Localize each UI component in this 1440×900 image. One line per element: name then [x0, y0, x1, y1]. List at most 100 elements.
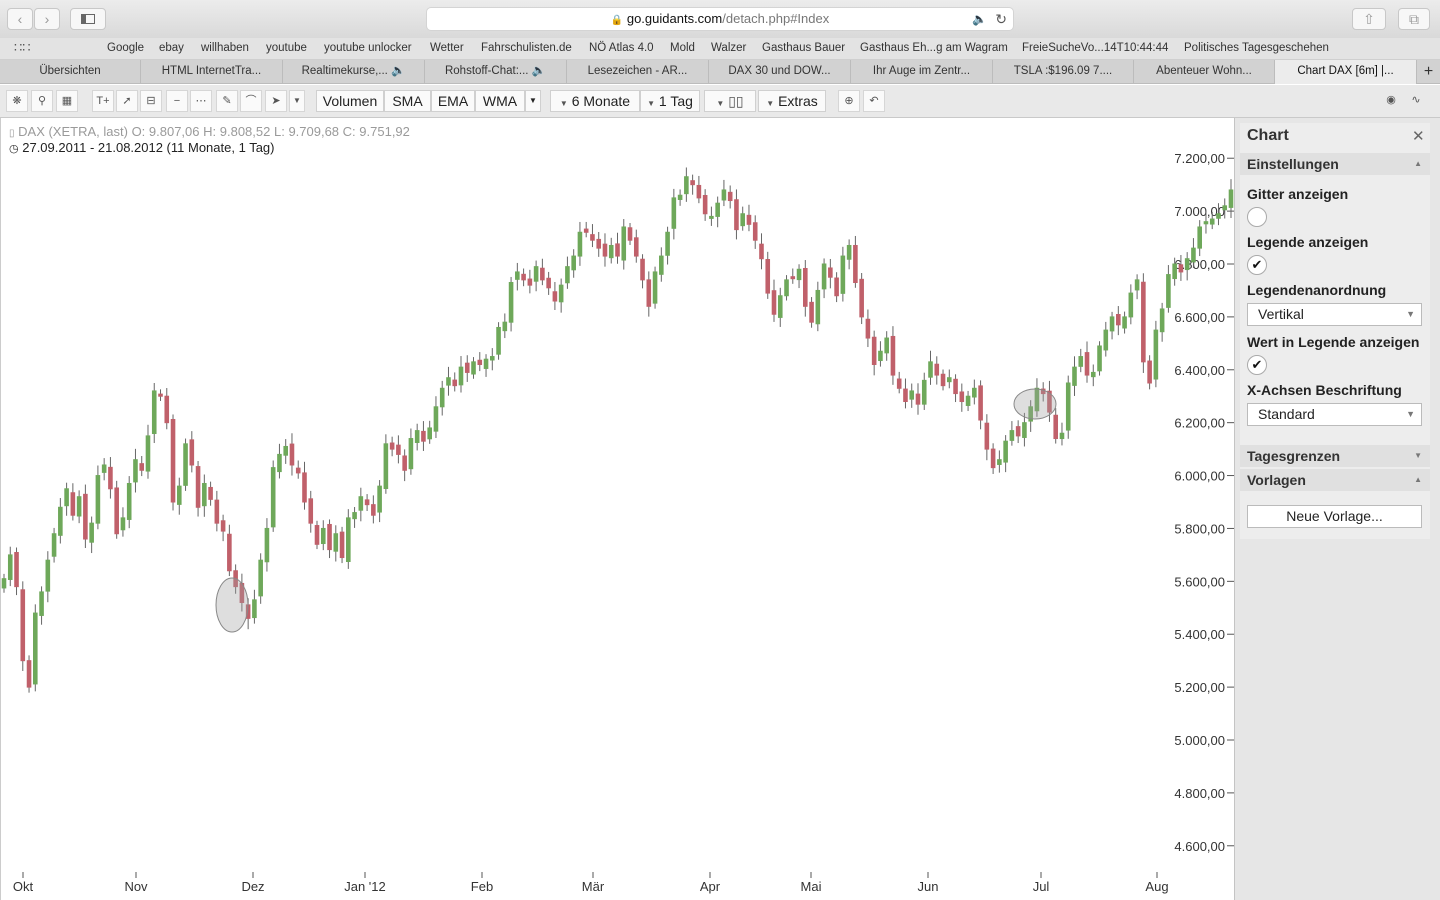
bookmark[interactable]: willhaben: [201, 42, 249, 54]
bookmark[interactable]: Wetter: [430, 42, 464, 54]
forward-button[interactable]: ›: [34, 8, 60, 30]
annotation-ellipse[interactable]: [1014, 389, 1056, 419]
candle[interactable]: [516, 263, 520, 291]
value-in-legend-checkbox[interactable]: ✔: [1247, 355, 1267, 375]
tools-dropdown-icon[interactable]: ▼: [289, 90, 305, 112]
tab[interactable]: DAX 30 und DOW...: [709, 60, 851, 84]
candle[interactable]: [879, 341, 883, 366]
candle[interactable]: [960, 384, 964, 412]
back-button[interactable]: ‹: [7, 8, 33, 30]
bookmark[interactable]: Walzer: [711, 42, 746, 54]
candle[interactable]: [171, 414, 175, 510]
settings-icon[interactable]: ❋: [6, 90, 28, 112]
apps-grid-icon[interactable]: ∷∷: [14, 40, 31, 56]
candle[interactable]: [102, 458, 106, 480]
grid-checkbox[interactable]: [1247, 207, 1267, 227]
candle[interactable]: [328, 519, 332, 558]
line-tool-icon[interactable]: ➚: [116, 90, 138, 112]
candle[interactable]: [152, 383, 156, 443]
candle[interactable]: [922, 373, 926, 410]
candle[interactable]: [146, 425, 150, 479]
candle[interactable]: [885, 331, 889, 361]
candle[interactable]: [1054, 408, 1058, 443]
ema-button[interactable]: EMA: [431, 90, 475, 112]
candle[interactable]: [534, 261, 538, 292]
candle[interactable]: [453, 372, 457, 391]
search-icon[interactable]: ⚲: [31, 90, 53, 112]
candle[interactable]: [929, 351, 933, 385]
legend-order-select[interactable]: Vertikal▼: [1247, 303, 1422, 326]
candle[interactable]: [265, 518, 269, 571]
candle[interactable]: [271, 460, 275, 531]
period-select[interactable]: ▼ 6 Monate: [550, 90, 640, 112]
candle[interactable]: [1129, 284, 1133, 324]
candle[interactable]: [1010, 421, 1014, 446]
tab[interactable]: Realtimekurse,... 🔈: [283, 60, 425, 84]
candle[interactable]: [616, 233, 620, 264]
candle[interactable]: [503, 313, 507, 338]
candle[interactable]: [954, 374, 958, 402]
speaker-icon[interactable]: 🔈: [972, 8, 987, 30]
candle[interactable]: [1073, 356, 1077, 396]
candle[interactable]: [40, 586, 44, 624]
candle[interactable]: [415, 424, 419, 451]
candle[interactable]: [872, 331, 876, 376]
candle[interactable]: [140, 456, 144, 476]
candle[interactable]: [904, 379, 908, 409]
candle[interactable]: [716, 197, 720, 228]
candle[interactable]: [96, 466, 100, 530]
candle[interactable]: [979, 380, 983, 429]
bookmark[interactable]: youtube unlocker: [324, 42, 412, 54]
candle[interactable]: [1135, 274, 1139, 299]
candle[interactable]: [528, 270, 532, 294]
x-axis-select[interactable]: Standard▼: [1247, 403, 1422, 426]
candle[interactable]: [822, 258, 826, 298]
candle[interactable]: [547, 272, 551, 295]
candle[interactable]: [303, 462, 307, 510]
candle[interactable]: [697, 176, 701, 203]
candle[interactable]: [685, 167, 689, 201]
candle[interactable]: [484, 354, 488, 377]
reload-icon[interactable]: ↻: [995, 8, 1007, 30]
candle[interactable]: [15, 547, 19, 595]
candle[interactable]: [991, 443, 995, 474]
candle[interactable]: [609, 238, 613, 264]
candle[interactable]: [973, 380, 977, 405]
interval-select[interactable]: ▼ 1 Tag: [640, 90, 700, 112]
candle[interactable]: [847, 239, 851, 269]
candle[interactable]: [703, 189, 707, 221]
candle[interactable]: [766, 252, 770, 299]
candle[interactable]: [1229, 179, 1233, 218]
candle[interactable]: [728, 185, 732, 208]
bookmark[interactable]: Google: [107, 42, 144, 54]
candle[interactable]: [409, 428, 413, 474]
candle[interactable]: [791, 268, 795, 283]
candle[interactable]: [428, 421, 432, 444]
section-templates[interactable]: Vorlagen▲: [1240, 469, 1430, 491]
candle[interactable]: [985, 414, 989, 460]
candle[interactable]: [284, 439, 288, 464]
tab-active[interactable]: Chart DAX [6m] |...: [1275, 60, 1417, 84]
candle[interactable]: [559, 279, 563, 313]
candle[interactable]: [1066, 376, 1070, 439]
candle[interactable]: [1110, 312, 1114, 340]
candle[interactable]: [660, 247, 664, 281]
candle[interactable]: [916, 383, 920, 414]
candle[interactable]: [603, 233, 607, 266]
candle[interactable]: [566, 257, 570, 289]
candle[interactable]: [1142, 273, 1146, 373]
candle[interactable]: [215, 491, 219, 531]
bookmark[interactable]: Gasthaus Bauer: [762, 42, 845, 54]
bookmark[interactable]: FreieSucheVo...14T10:44:44: [1022, 42, 1168, 54]
candle[interactable]: [797, 264, 801, 288]
candle[interactable]: [465, 355, 469, 382]
candle[interactable]: [390, 437, 394, 457]
undo-icon[interactable]: ↶: [863, 90, 885, 112]
candle[interactable]: [1154, 321, 1158, 387]
candle[interactable]: [315, 521, 319, 549]
legend-checkbox[interactable]: ✔: [1247, 255, 1267, 275]
candle[interactable]: [434, 396, 438, 438]
candle[interactable]: [321, 520, 325, 550]
candle[interactable]: [747, 205, 751, 231]
candle[interactable]: [829, 259, 833, 288]
